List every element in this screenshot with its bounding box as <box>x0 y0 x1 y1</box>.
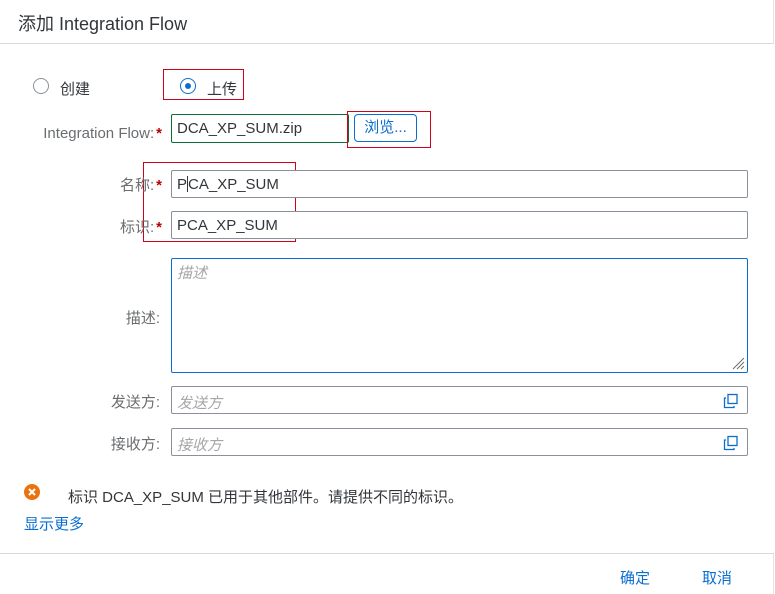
description-textarea[interactable]: 描述 <box>171 258 748 373</box>
file-name-field[interactable]: DCA_XP_SUM.zip <box>171 114 349 143</box>
dialog-title: 添加 Integration Flow <box>18 14 188 34</box>
upload-radio[interactable] <box>180 78 196 94</box>
name-value-rest: CA_XP_SUM <box>188 176 279 193</box>
sender-input[interactable]: 发送方 <box>171 386 748 414</box>
resize-grip-icon[interactable] <box>731 356 745 370</box>
ok-button[interactable]: 确定 <box>620 567 650 588</box>
name-value-start: P <box>177 176 188 193</box>
dialog-header: 添加 Integration Flow <box>0 0 774 44</box>
upload-radio-label[interactable]: 上传 <box>207 78 237 99</box>
sender-placeholder: 发送方 <box>177 395 223 412</box>
name-label-text: 名称: <box>119 177 155 194</box>
error-message: 标识 DCA_XP_SUM 已用于其他部件。请提供不同的标识。 <box>68 489 464 506</box>
receiver-placeholder: 接收方 <box>177 437 223 454</box>
create-radio[interactable] <box>33 78 49 94</box>
radio-selected-dot <box>185 83 191 89</box>
add-integration-flow-dialog: 添加 Integration Flow 创建 上传 Integration Fl… <box>0 0 775 594</box>
receiver-input[interactable]: 接收方 <box>171 428 748 456</box>
sender-label: 发送方: <box>110 394 160 411</box>
id-value: PCA_XP_SUM <box>177 217 278 234</box>
id-label: 标识: * <box>60 216 162 237</box>
value-help-icon[interactable] <box>723 393 739 409</box>
required-mark: * <box>156 219 162 236</box>
value-help-icon[interactable] <box>723 435 739 451</box>
dialog-footer: 确定 取消 <box>0 553 774 594</box>
error-icon <box>24 484 40 500</box>
id-label-text: 标识: <box>119 219 155 236</box>
cancel-button[interactable]: 取消 <box>702 567 732 588</box>
browse-button[interactable]: 浏览... <box>354 114 417 142</box>
required-mark: * <box>156 177 162 194</box>
required-mark: * <box>156 125 162 142</box>
file-label: Integration Flow: * <box>20 125 162 142</box>
show-more-link[interactable]: 显示更多 <box>24 513 84 534</box>
description-label: 描述: <box>125 310 160 327</box>
name-input[interactable]: PCA_XP_SUM <box>171 170 748 198</box>
id-input[interactable]: PCA_XP_SUM <box>171 211 748 239</box>
description-placeholder: 描述 <box>177 265 208 282</box>
file-name-value: DCA_XP_SUM.zip <box>177 120 303 137</box>
name-label: 名称: * <box>60 174 162 195</box>
create-radio-label[interactable]: 创建 <box>60 78 90 99</box>
receiver-label: 接收方: <box>110 436 160 453</box>
file-label-text: Integration Flow: <box>43 125 155 142</box>
